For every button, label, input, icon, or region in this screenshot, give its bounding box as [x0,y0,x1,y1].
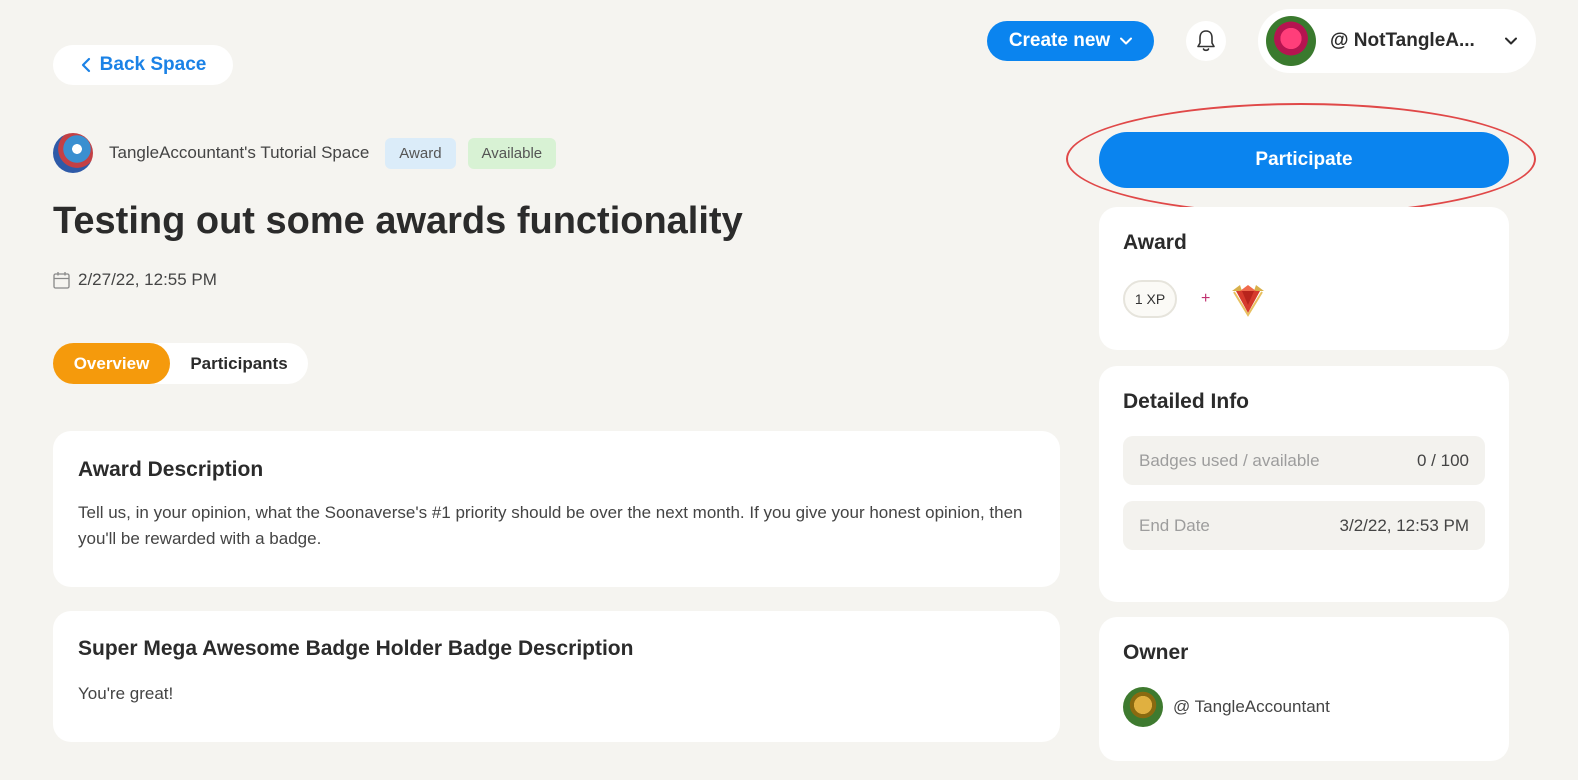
end-date-info-row: End Date 3/2/22, 12:53 PM [1123,501,1485,550]
badge-description-card: Super Mega Awesome Badge Holder Badge De… [53,611,1060,742]
tabs: Overview Participants [53,343,308,384]
participate-button[interactable]: Participate [1099,132,1509,188]
badges-value: 0 / 100 [1417,450,1469,470]
badge-icon [1232,285,1265,317]
award-date-text: 2/27/22, 12:55 PM [78,270,217,289]
badges-label: Badges used / available [1139,450,1320,470]
tab-overview[interactable]: Overview [53,343,170,384]
create-new-button[interactable]: Create new [987,21,1154,61]
space-avatar[interactable] [53,133,93,173]
award-description-text: Tell us, in your opinion, what the Soona… [78,503,1023,548]
page-title: Testing out some awards functionality [53,200,743,242]
chevron-down-icon [1504,37,1517,45]
end-date-label: End Date [1139,515,1210,535]
award-date: 2/27/22, 12:55 PM [53,270,217,290]
plus-sign: + [1201,290,1211,307]
award-description-heading: Award Description [78,458,264,481]
badge-description-heading: Super Mega Awesome Badge Holder Badge De… [78,637,634,660]
badges-info-row: Badges used / available 0 / 100 [1123,436,1485,485]
back-space-button[interactable]: Back Space [53,45,233,85]
award-rewards: 1 XP + [1123,279,1485,319]
award-card: Award 1 XP + [1099,207,1509,350]
user-name: @ NotTangleA... [1330,30,1475,51]
create-new-label: Create new [1008,30,1111,51]
owner-heading: Owner [1123,641,1189,664]
back-space-label: Back Space [99,54,207,75]
tab-participants[interactable]: Participants [170,343,308,384]
detailed-info-heading: Detailed Info [1123,390,1250,413]
chevron-down-icon [1120,37,1133,45]
xp-reward-badge: 1 XP [1123,280,1177,318]
space-info: TangleAccountant's Tutorial Space Award … [53,133,557,173]
owner-name: @ TangleAccountant [1173,697,1330,716]
owner-avatar [1123,687,1163,727]
chevron-left-icon [81,57,90,73]
calendar-icon [53,272,70,289]
owner-link[interactable]: @ TangleAccountant [1123,687,1485,727]
badge-description-text: You're great! [78,684,174,703]
detailed-info-card: Detailed Info Badges used / available 0 … [1099,366,1509,602]
user-menu-button[interactable]: @ NotTangleA... [1258,9,1536,73]
status-badge: Available [467,137,557,169]
user-avatar [1266,16,1316,66]
award-tag: Award [385,137,456,169]
space-name[interactable]: TangleAccountant's Tutorial Space [109,143,369,163]
notifications-button[interactable] [1186,21,1226,61]
end-date-value: 3/2/22, 12:53 PM [1339,515,1469,535]
award-description-card: Award Description Tell us, in your opini… [53,431,1060,587]
award-heading: Award [1123,231,1187,254]
bell-icon [1197,30,1215,52]
owner-card: Owner @ TangleAccountant [1099,617,1509,761]
